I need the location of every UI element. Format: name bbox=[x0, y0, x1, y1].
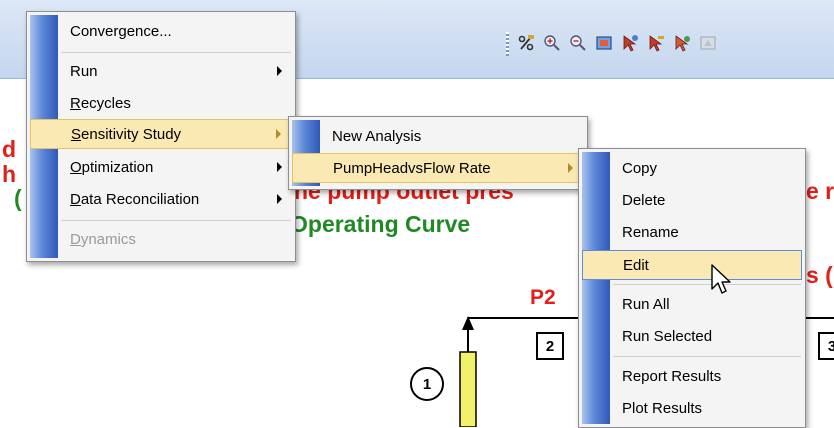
menu-item-label: Run Selected bbox=[622, 328, 713, 345]
stream-box[interactable]: 3 bbox=[818, 332, 834, 360]
sensitivity-submenu: New Analysis PumpHeadvsFlow Rate bbox=[288, 116, 588, 190]
mouse-cursor-icon bbox=[711, 264, 731, 294]
menu-separator bbox=[61, 52, 291, 53]
menu-item-run-all[interactable]: Run All bbox=[582, 290, 802, 320]
menu-item-label: Recycles bbox=[70, 95, 131, 112]
menu-item-copy[interactable]: Copy bbox=[582, 154, 802, 184]
menu-item-label: Report Results bbox=[622, 368, 722, 385]
menu-item-pumphead-analysis[interactable]: PumpHeadvsFlow Rate bbox=[292, 153, 584, 183]
menu-item-label: Plot Results bbox=[622, 400, 703, 417]
menu-item-label: New Analysis bbox=[332, 128, 422, 145]
menu-separator bbox=[613, 284, 801, 285]
menu-item-report-results[interactable]: Report Results bbox=[582, 362, 802, 392]
label-rest: ensitivity Study bbox=[81, 126, 182, 143]
menu-item-edit[interactable]: Edit bbox=[582, 250, 802, 280]
mnemonic-letter: S bbox=[71, 126, 82, 143]
submenu-arrow-icon bbox=[277, 66, 282, 76]
mnemonic-letter: D bbox=[70, 191, 81, 208]
label-rest: ata Reconciliation bbox=[80, 191, 200, 208]
menu-item-dynamics: Dynamics bbox=[30, 225, 292, 255]
mnemonic-letter: O bbox=[70, 159, 82, 176]
menu-separator bbox=[61, 220, 291, 221]
submenu-arrow-icon bbox=[276, 129, 281, 139]
menu-item-convergence[interactable]: Convergence... bbox=[30, 17, 292, 47]
menu-item-label: Optimization bbox=[70, 159, 153, 176]
label-rest: ptimization bbox=[81, 159, 154, 176]
menu-item-label: PumpHeadvsFlow Rate bbox=[333, 160, 491, 177]
menu-item-sensitivity-study[interactable]: Sensitivity Study bbox=[30, 119, 292, 149]
mnemonic-letter: D bbox=[70, 231, 81, 248]
mnemonic-letter: R bbox=[70, 95, 81, 112]
label-rest: ynamics bbox=[80, 231, 136, 248]
main-context-menu: Convergence... Run Recycles Sensitivity … bbox=[26, 11, 296, 262]
submenu-arrow-icon bbox=[277, 162, 282, 172]
menu-item-label: Convergence... bbox=[70, 23, 172, 40]
menu-item-label: Dynamics bbox=[70, 231, 136, 248]
menu-item-label: Rename bbox=[622, 224, 679, 241]
menu-item-run-selected[interactable]: Run Selected bbox=[582, 322, 802, 352]
menu-item-rename[interactable]: Rename bbox=[582, 218, 802, 248]
menu-item-data-reconciliation[interactable]: Data Reconciliation bbox=[30, 185, 292, 215]
submenu-arrow-icon bbox=[277, 194, 282, 204]
analysis-submenu: Copy Delete Rename Edit Run All Run Sele… bbox=[578, 148, 806, 428]
menu-item-label: Delete bbox=[622, 192, 666, 209]
stream-box[interactable]: 2 bbox=[536, 332, 564, 360]
label-rest: ecycles bbox=[80, 95, 131, 112]
menu-item-label: Run All bbox=[622, 296, 670, 313]
menu-separator bbox=[613, 356, 801, 357]
menu-item-run[interactable]: Run bbox=[30, 57, 292, 87]
menu-item-label: Data Reconciliation bbox=[70, 191, 199, 208]
menu-item-label: Sensitivity Study bbox=[71, 126, 181, 143]
menu-item-new-analysis[interactable]: New Analysis bbox=[292, 122, 584, 152]
unit-op-circle[interactable]: 1 bbox=[410, 367, 444, 401]
menu-item-recycles[interactable]: Recycles bbox=[30, 89, 292, 119]
menu-item-delete[interactable]: Delete bbox=[582, 186, 802, 216]
menu-item-label: Run bbox=[70, 63, 98, 80]
submenu-arrow-icon bbox=[568, 163, 573, 173]
menu-item-label: Edit bbox=[623, 257, 649, 274]
menu-item-label: Copy bbox=[622, 160, 658, 177]
menu-item-optimization[interactable]: Optimization bbox=[30, 153, 292, 183]
menu-item-plot-results[interactable]: Plot Results bbox=[582, 394, 802, 424]
